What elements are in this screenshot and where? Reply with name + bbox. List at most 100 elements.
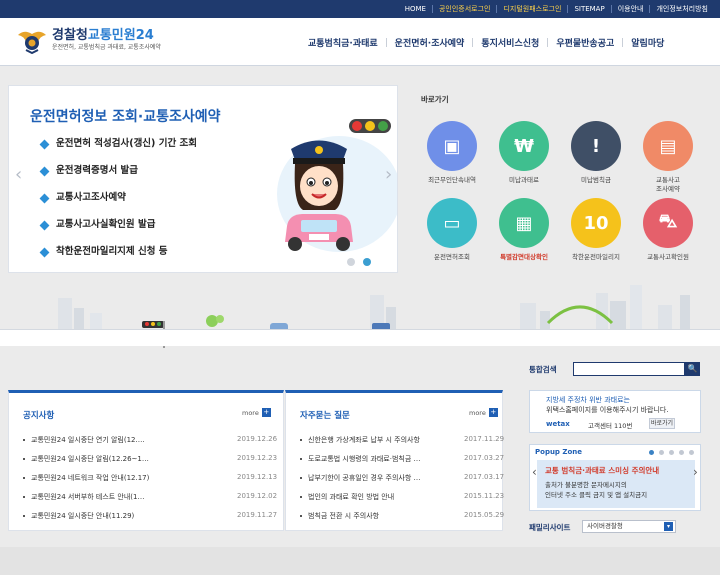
smishing-notice[interactable]: 교통 범칙금·과태료 스미싱 주의안내 출처가 불분명한 문자메시지의 인터넷 …	[537, 460, 695, 508]
quicklink-unpaid-penalty[interactable]: ! 미납범칙금	[558, 121, 634, 185]
family-site-select[interactable]: 사이버경찰청 ▾	[582, 520, 676, 533]
diamond-bullet-icon	[39, 139, 50, 150]
sitemap-link[interactable]: SITEMAP	[568, 0, 610, 18]
smishing-line1: 출처가 불분명한 문자메시지의	[545, 481, 627, 489]
money-glyph: ₩	[514, 135, 534, 157]
bullet-icon	[23, 439, 25, 441]
cert-login-link[interactable]: 공인인증서로그인	[433, 0, 497, 18]
wetax-call-center: 고객센터 110번	[588, 422, 633, 430]
notice-row-title: 교통민원24 일시중단 알림(12.26~1…	[31, 455, 149, 463]
bullet-icon	[300, 439, 302, 441]
onepass-login-link[interactable]: 디지털원패스로그인	[497, 0, 567, 18]
quicklink-mileage[interactable]: 10 착한운전마일리지	[558, 198, 634, 262]
faq-row-date: 2015.05.29	[464, 511, 505, 519]
banner-next-arrow[interactable]: ›	[385, 164, 392, 185]
banner-item[interactable]: 운전경력증명서 발급	[39, 165, 197, 192]
diamond-bullet-icon	[39, 166, 50, 177]
quicklink-license-lookup[interactable]: ▭ 운전면허조회	[414, 198, 490, 262]
discount-glyph: ▦	[515, 212, 533, 234]
notice-title[interactable]: 공지사항	[23, 409, 54, 421]
bullet-icon	[300, 458, 302, 460]
diamond-bullet-icon	[39, 220, 50, 231]
privacy-policy-link[interactable]: 개인정보처리방침	[650, 0, 714, 18]
nav-mail-return[interactable]: 우편물반송공고	[548, 36, 622, 49]
license-glyph: ▭	[443, 212, 461, 234]
bullet-icon	[300, 496, 302, 498]
bullet-icon	[23, 477, 25, 479]
faq-title[interactable]: 자주묻는 질문	[300, 409, 350, 421]
faq-more-button[interactable]: more +	[469, 408, 498, 417]
quicklink-label: 최근무인단속내역	[428, 176, 476, 184]
banner-dot-active[interactable]	[363, 258, 371, 266]
home-link[interactable]: HOME	[399, 0, 432, 18]
popup-dot[interactable]	[669, 450, 674, 455]
banner-list: 운전면허 적성검사(갱신) 기간 조회 운전경력증명서 발급 교통사고조사예약 …	[39, 138, 197, 272]
main-nav: 교통범칙금·과태료 운전면허·조사예약 통지서비스신청 우편물반송공고 알림마당	[300, 18, 672, 66]
chevron-down-icon: ▾	[664, 522, 673, 531]
banner-prev-arrow[interactable]: ‹	[15, 164, 22, 185]
notice-row-date: 2019.12.13	[237, 473, 278, 481]
notice-row-date: 2019.12.02	[237, 492, 278, 500]
report-glyph: ▤	[659, 135, 677, 157]
police-emblem-icon	[18, 31, 46, 54]
quicklink-label: 교통사고 조사예약	[656, 176, 680, 193]
usage-guide-link[interactable]: 이용안내	[612, 0, 650, 18]
popup-prev-arrow[interactable]: ‹	[532, 465, 537, 479]
bullet-icon	[300, 477, 302, 479]
notice-row-date: 2019.12.23	[237, 454, 278, 462]
diamond-bullet-icon	[39, 193, 50, 204]
quicklink-accident-certificate[interactable]: ⛍ 교통사고확인원	[630, 198, 706, 262]
nav-notification[interactable]: 통지서비스신청	[473, 36, 547, 49]
family-site-label: 패밀리사이트	[529, 523, 571, 532]
wetax-go-button[interactable]: 바로가기	[649, 418, 675, 429]
faq-row-date: 2017.03.27	[464, 454, 505, 462]
money-icon: ₩	[499, 121, 549, 171]
banner-item[interactable]: 교통사고사실확인원 발급	[39, 219, 197, 246]
quicklink-accident-reservation[interactable]: ▤ 교통사고 조사예약	[630, 121, 706, 194]
quicklink-label: 교통사고확인원	[647, 253, 689, 261]
logo-title: 경찰청교통민원24	[52, 28, 161, 43]
banner-item-label: 운전경력증명서 발급	[56, 165, 138, 176]
top-utility-bar: HOME 공인인증서로그인 디지털원패스로그인 SITEMAP 이용안내 개인정…	[0, 0, 720, 18]
popup-dot[interactable]	[679, 450, 684, 455]
notice-board: 공지사항 more + 교통민원24 일시중단 연기 알림(12.… 2019.12…	[8, 390, 284, 531]
quicklink-unpaid-fine[interactable]: ₩ 미납과태료	[486, 121, 562, 185]
bullet-icon	[300, 515, 302, 517]
warning-glyph: !	[591, 135, 601, 157]
quicklink-label: 착한운전마일리지	[572, 253, 620, 261]
quicklink-speed-camera[interactable]: ▣ 최근무인단속내역	[414, 121, 490, 185]
search-button[interactable]: 🔍	[685, 362, 700, 376]
popup-dot[interactable]	[659, 450, 664, 455]
quicklink-special-discount[interactable]: ▦ 특별감면대상확인	[486, 198, 562, 262]
popup-dot-active[interactable]	[649, 450, 654, 455]
wetax-banner[interactable]: 지방세 주정차 위반 과태료는 위택스홈페이지를 이용해주시기 바랍니다. we…	[529, 390, 701, 433]
mileage-glyph: 10	[583, 212, 609, 234]
road-strip	[0, 329, 720, 346]
popup-pagination	[649, 450, 699, 455]
integrated-search-input[interactable]	[573, 362, 685, 376]
nav-notice[interactable]: 알림마당	[623, 36, 672, 49]
banner-item[interactable]: 운전면허 적성검사(갱신) 기간 조회	[39, 138, 197, 165]
logo-service: 교통민원24	[87, 28, 154, 43]
site-logo[interactable]: 경찰청교통민원24 운전면허, 교통범칙금 과태료, 교통조사예약	[16, 26, 161, 54]
popup-dot[interactable]	[689, 450, 694, 455]
banner-item[interactable]: 교통사고조사예약	[39, 192, 197, 219]
bullet-icon	[23, 515, 25, 517]
police-mascot-illustration	[277, 119, 397, 252]
main-banner: 운전면허정보 조회·교통조사예약 운전면허 적성검사(갱신) 기간 조회 운전경…	[8, 85, 398, 273]
notice-more-button[interactable]: more +	[242, 408, 271, 417]
plus-icon: +	[488, 408, 498, 417]
footer-band	[0, 547, 720, 575]
banner-item[interactable]: 착한운전마일리지제 신청 등	[39, 246, 197, 272]
banner-dot[interactable]	[347, 258, 355, 266]
discount-icon: ▦	[499, 198, 549, 248]
diamond-bullet-icon	[39, 247, 50, 258]
accident-glyph: ⛍	[658, 211, 678, 232]
banner-title[interactable]: 운전면허정보 조회·교통조사예약	[30, 106, 221, 126]
faq-row-date: 2017.03.17	[464, 473, 505, 481]
nav-fines[interactable]: 교통범칙금·과태료	[300, 36, 386, 49]
wetax-line1: 지방세 주정차 위반 과태료는	[546, 396, 630, 404]
nav-license[interactable]: 운전면허·조사예약	[387, 36, 473, 49]
popup-next-arrow[interactable]: ›	[693, 465, 698, 479]
logo-subtitle: 운전면허, 교통범칙금 과태료, 교통조사예약	[52, 44, 161, 51]
